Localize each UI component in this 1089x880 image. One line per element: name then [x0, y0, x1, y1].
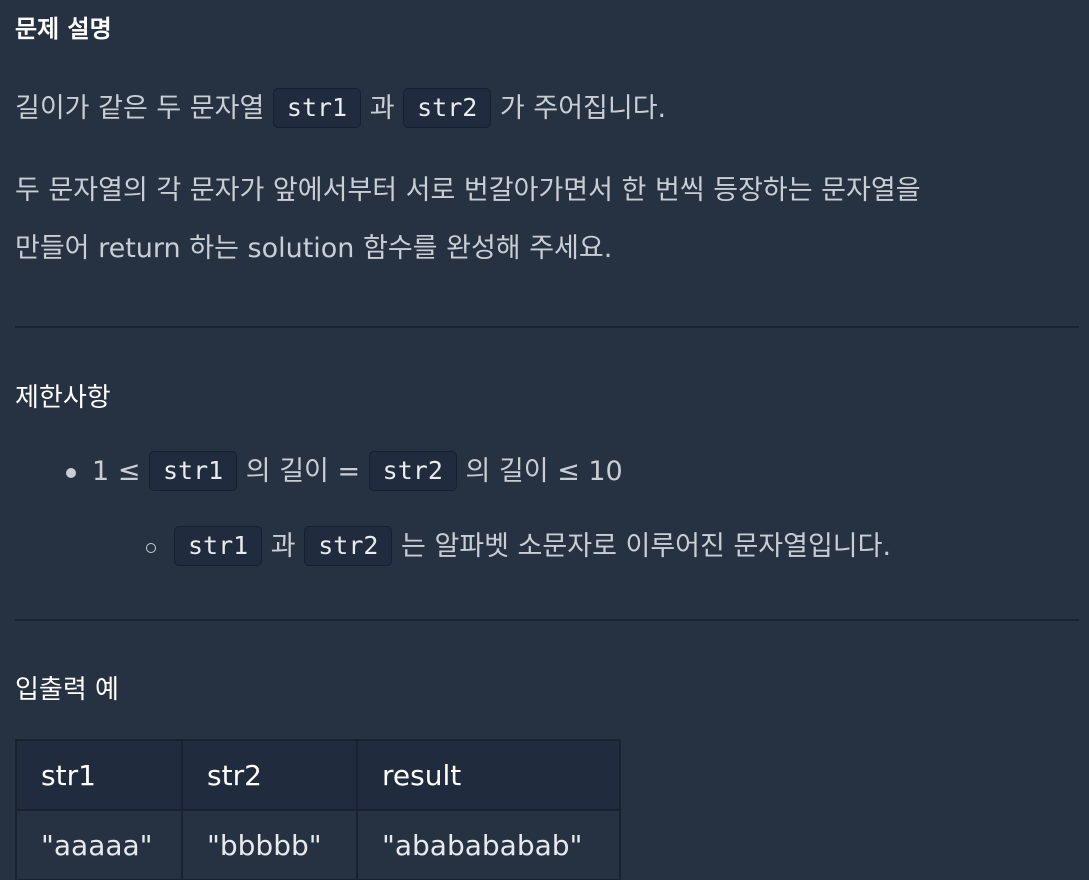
constraint-text: 과 [262, 531, 305, 562]
table-cell: "bbbbb" [181, 809, 358, 880]
description-text: 길이가 같은 두 문자열 [15, 93, 273, 124]
constraints-title: 제한사항 [15, 383, 111, 413]
problem-page: 문제 설명 길이가 같은 두 문자열 str1 과 str2 가 주어집니다. … [0, 0, 1089, 880]
code-str2: str2 [403, 88, 492, 128]
constraint-text: 의 길이 = [237, 456, 369, 487]
table-header-row: str1 str2 result [15, 739, 621, 811]
code-str1: str1 [174, 526, 263, 566]
section-divider [15, 326, 1079, 328]
code-str1: str1 [272, 88, 362, 128]
table-row: "aaaaa" "bbbbb" "ababababab" [15, 809, 621, 880]
description-line-2: 두 문자열의 각 문자가 앞에서부터 서로 번갈아가면서 한 번씩 등장하는 문… [15, 175, 921, 206]
circle-bullet-icon [146, 542, 156, 553]
section-divider [15, 619, 1079, 621]
column-header: result [356, 739, 621, 811]
table-cell: "aaaaa" [15, 809, 183, 880]
description-line-3: 만들어 return 하는 solution 함수를 완성해 주세요. [15, 233, 613, 264]
column-header: str1 [15, 739, 183, 811]
description-title: 문제 설명 [15, 15, 112, 43]
examples-table: str1 str2 result "aaaaa" "bbbbb" "ababab… [15, 739, 621, 880]
description-text: 과 [361, 93, 404, 124]
code-str1: str1 [148, 451, 238, 491]
column-header: str2 [181, 739, 358, 811]
table-cell: "ababababab" [356, 809, 621, 880]
description-line-1: 길이가 같은 두 문자열 str1 과 str2 가 주어집니다. [15, 80, 666, 138]
constraint-item: 1 ≤ str1 의 길이 = str2 의 길이 ≤ 10 [66, 448, 623, 496]
constraint-text: 1 ≤ [92, 456, 149, 487]
bullet-icon [66, 467, 76, 478]
code-str2: str2 [304, 526, 393, 566]
examples-title: 입출력 예 [15, 675, 119, 705]
description-text: 가 주어집니다. [491, 93, 667, 124]
constraint-text: 는 알파벳 소문자로 이루어진 문자열입니다. [392, 531, 892, 562]
constraint-subitem: str1 과 str2 는 알파벳 소문자로 이루어진 문자열입니다. [146, 523, 891, 571]
code-str2: str2 [368, 451, 457, 491]
constraint-text: 의 길이 ≤ 10 [456, 456, 623, 487]
